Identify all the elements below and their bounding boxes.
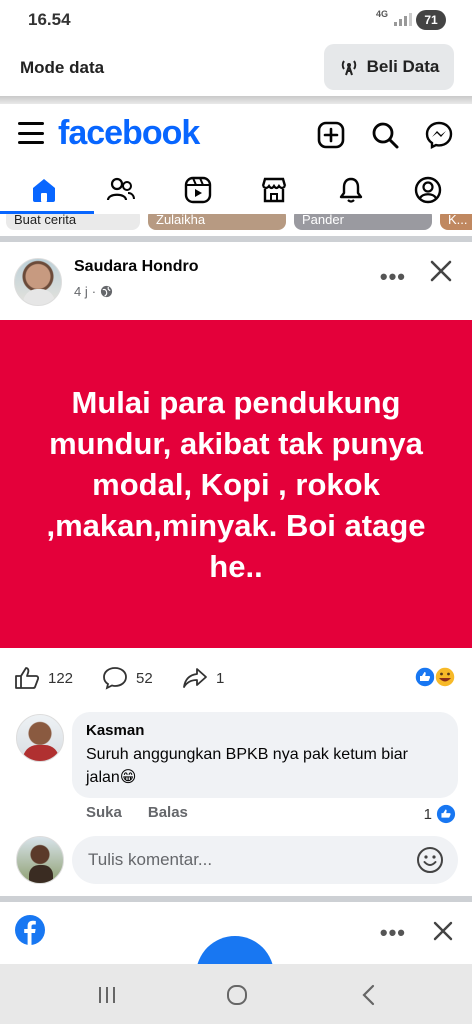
thumbs-up-icon [15,667,40,689]
status-time: 16.54 [28,10,71,29]
globe-icon [101,285,113,298]
post-content[interactable]: Mulai para pendukung mundur, akibat tak … [0,320,472,648]
recents-icon [99,987,115,1003]
network-type-label: 4G [375,9,388,19]
facebook-logo: facebook [58,114,200,152]
comment-input-placeholder: Tulis komentar... [88,850,213,869]
post-image-preview[interactable] [196,936,274,964]
facebook-icon[interactable] [14,914,46,946]
home-circle-icon [227,985,247,1005]
story-label: Buat cerita [14,214,77,227]
app-header: facebook [0,104,472,166]
recents-button[interactable] [92,980,122,1010]
home-button[interactable] [222,980,252,1010]
antenna-icon [341,60,356,76]
story-card[interactable]: Zulaikha [148,214,286,230]
buy-data-label: Beli Data [366,57,440,76]
comment-icon [103,667,127,690]
like-count: 122 [48,669,74,687]
stories-strip: Buat cerita Zulaikha Pander K... [0,214,472,236]
battery-indicator: 71 [416,10,446,30]
system-nav-bar [0,964,472,1024]
post-meta: 4 j · [74,284,113,299]
story-card[interactable]: Buat cerita [6,214,140,230]
home-icon [33,179,56,202]
more-options-icon[interactable]: ••• [380,264,406,290]
search-icon[interactable] [370,120,400,150]
avatar[interactable] [14,258,62,306]
tab-notifications[interactable] [331,170,371,210]
status-bar: 16.54 4G 71 [0,0,472,40]
post-actions: 122 52 1 [0,648,472,706]
comment-button[interactable]: 52 [102,666,153,690]
back-button[interactable] [354,980,384,1010]
divider [0,96,472,104]
close-icon[interactable] [424,254,458,288]
create-post-icon[interactable] [316,120,346,150]
comment-reaction-count[interactable]: 1 [424,804,456,824]
video-icon [184,176,211,204]
my-avatar [16,836,64,884]
story-label: Pander [302,214,344,227]
like-button[interactable]: 122 [14,666,73,690]
comment-like-count: 1 [423,805,432,823]
post-author[interactable]: Saudara Hondro [74,258,198,276]
close-icon[interactable] [428,916,458,946]
reactions-icon[interactable] [414,666,458,688]
signal-icon [394,12,412,26]
meta-separator: · [91,284,97,299]
comment-count: 52 [136,669,153,687]
tab-video[interactable] [178,170,218,210]
main-tabs [0,166,472,214]
buy-data-button[interactable]: Beli Data [324,44,454,90]
comment-like-button[interactable]: Suka [86,804,122,821]
bell-icon [339,177,363,203]
mode-data-bar: Mode data Beli Data [0,40,472,96]
next-post-header: ••• [0,902,472,964]
share-count: 1 [216,669,225,687]
share-button[interactable]: 1 [182,666,224,690]
story-card[interactable]: Pander [294,214,432,230]
story-label: Zulaikha [156,214,206,227]
comment-actions: Suka Balas [86,804,188,821]
back-icon [362,984,375,1006]
comment-author[interactable]: Kasman [86,722,444,739]
more-options-icon[interactable]: ••• [380,920,406,946]
post-header: Saudara Hondro 4 j · ••• [0,242,472,320]
menu-icon[interactable] [18,122,44,144]
messenger-icon[interactable] [424,120,454,150]
post-text: Mulai para pendukung mundur, akibat tak … [46,384,426,584]
mode-data-label: Mode data [20,58,105,77]
story-card[interactable]: K... [440,214,472,230]
tab-marketplace[interactable] [254,170,294,210]
profile-icon [414,176,441,204]
emoji-icon[interactable] [416,846,444,874]
comment-bubble[interactable]: Kasman Suruh anggungkan BPKB nya pak ket… [72,712,458,798]
share-icon [183,668,207,688]
like-reaction-icon [436,804,456,824]
friends-icon [106,177,135,201]
story-label: K... [448,214,468,227]
comment-input[interactable]: Tulis komentar... [72,836,458,884]
commenter-avatar[interactable] [16,714,64,762]
comment-text: Suruh anggungkan BPKB nya pak ketum biar… [86,746,408,786]
marketplace-icon [262,177,287,203]
tab-profile[interactable] [408,170,448,210]
tab-friends[interactable] [101,170,141,210]
tab-home[interactable] [0,170,95,214]
post-time[interactable]: 4 j [74,284,88,299]
comment-reply-button[interactable]: Balas [148,804,188,821]
